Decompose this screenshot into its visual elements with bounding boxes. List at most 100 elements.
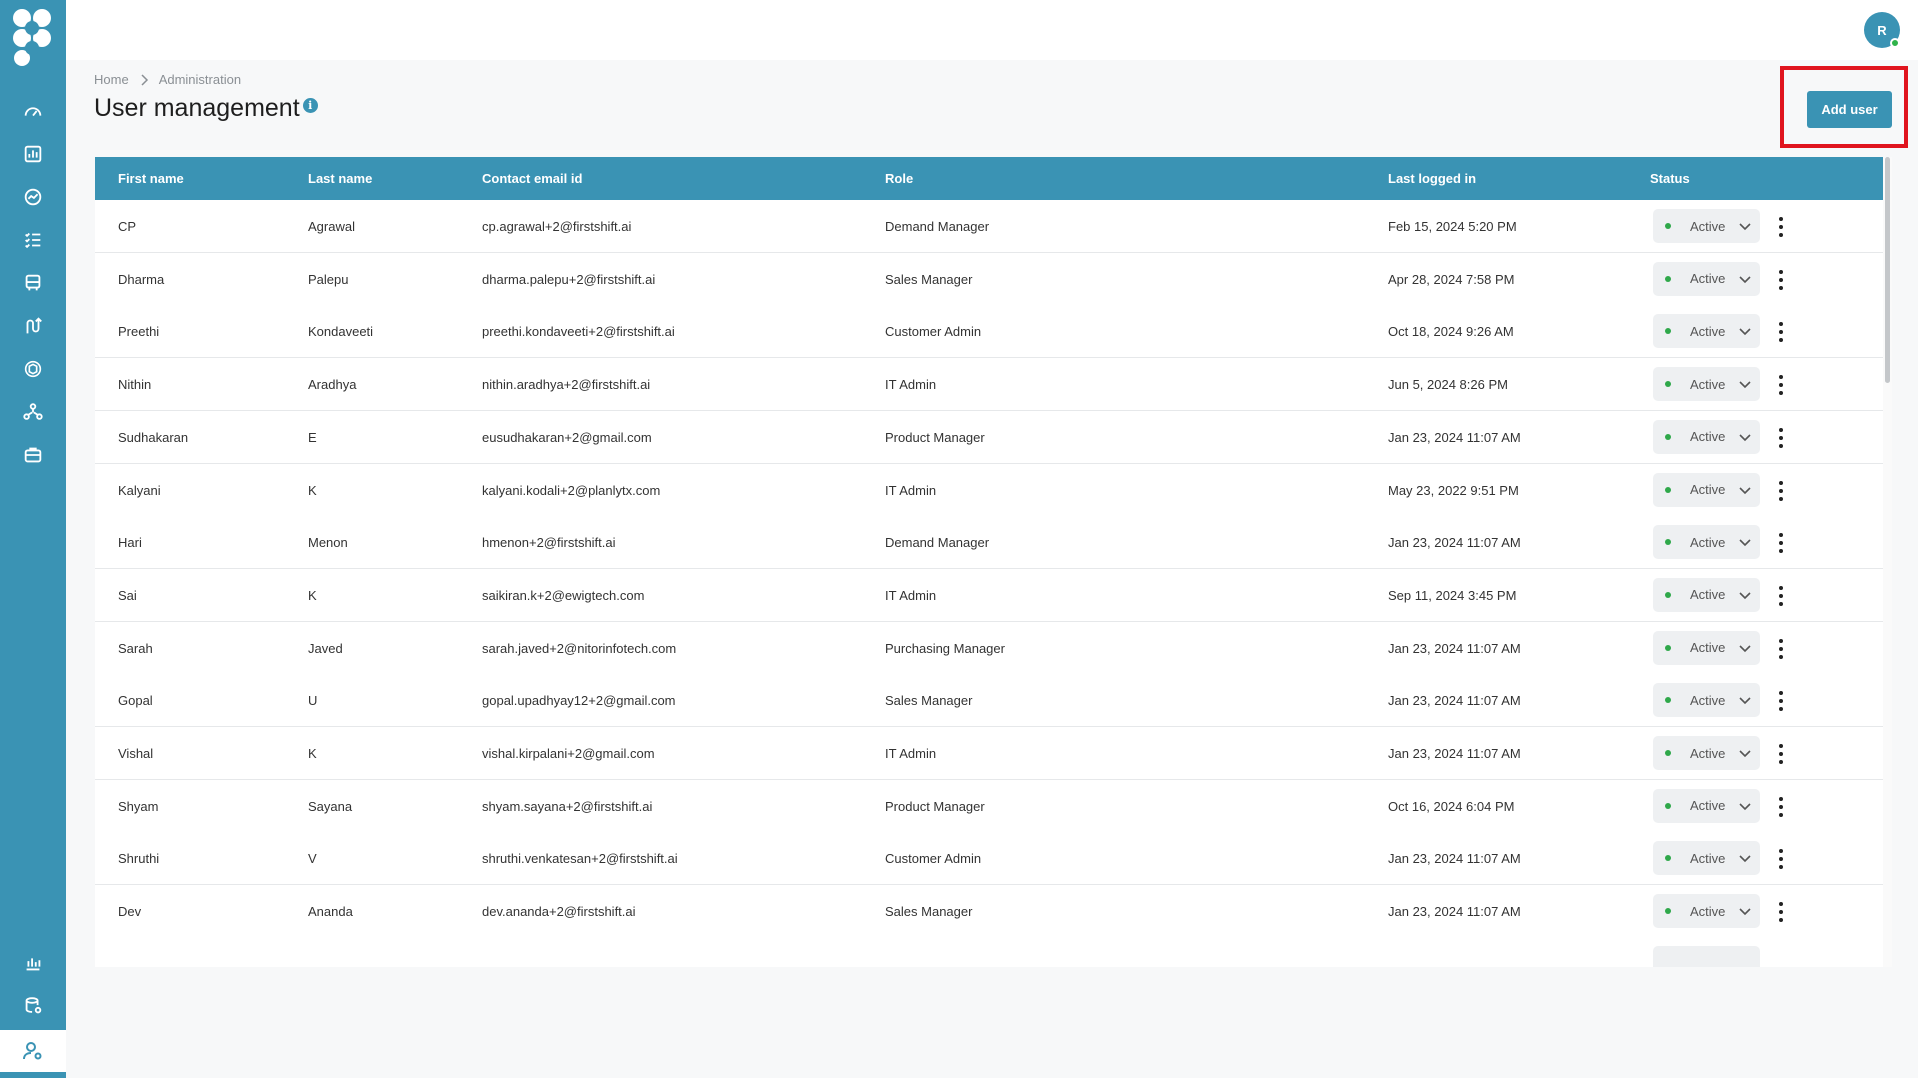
first-name-cell: Gopal bbox=[118, 693, 153, 709]
info-icon[interactable]: i bbox=[302, 98, 318, 113]
table-row: Hari Menon hmenon+2@firstshift.ai Demand Ma… bbox=[95, 516, 1883, 570]
database-settings-icon[interactable] bbox=[18, 991, 48, 1021]
status-dropdown[interactable]: Active bbox=[1653, 894, 1760, 929]
status-dropdown[interactable]: Active bbox=[1653, 209, 1760, 243]
more-options-icon[interactable] bbox=[1775, 269, 1787, 290]
status-label: Active bbox=[1690, 692, 1726, 708]
page-title-text: User management bbox=[94, 94, 300, 122]
status-dropdown[interactable]: Active bbox=[1653, 683, 1760, 718]
status-dropdown[interactable]: Active bbox=[1653, 261, 1760, 296]
more-options-icon[interactable] bbox=[1775, 902, 1787, 923]
more-options-icon[interactable] bbox=[1775, 375, 1787, 396]
column-header-email[interactable]: Contact email id bbox=[482, 171, 582, 186]
status-dot-icon bbox=[1665, 802, 1671, 809]
email-cell: hmenon+2@firstshift.ai bbox=[482, 535, 616, 551]
status-dropdown[interactable]: Active bbox=[1653, 788, 1760, 823]
last-logged-in-cell: Sep 11, 2024 3:45 PM bbox=[1388, 587, 1517, 603]
analytics-icon[interactable] bbox=[18, 182, 48, 212]
breadcrumb-administration: Administration bbox=[158, 72, 242, 87]
status-dropdown[interactable]: Active bbox=[1653, 577, 1760, 612]
column-header-role[interactable]: Role bbox=[885, 171, 913, 186]
column-header-last-name[interactable]: Last name bbox=[308, 171, 372, 186]
chart-icon[interactable] bbox=[18, 948, 48, 978]
email-cell: saikiran.k+2@ewigtech.com bbox=[482, 587, 645, 603]
more-options-icon[interactable] bbox=[1775, 217, 1787, 237]
more-options-icon[interactable] bbox=[1775, 796, 1787, 817]
table-scrollbar[interactable] bbox=[1883, 157, 1892, 967]
dashboard-icon[interactable] bbox=[18, 96, 48, 126]
first-name-cell: Sarah bbox=[118, 640, 153, 656]
status-dropdown[interactable]: Active bbox=[1653, 736, 1760, 770]
last-logged-in-cell: Feb 15, 2024 5:20 PM bbox=[1388, 219, 1517, 234]
column-header-last-logged-in[interactable]: Last logged in bbox=[1388, 171, 1476, 186]
status-dropdown[interactable] bbox=[1653, 946, 1760, 967]
status-label: Active bbox=[1690, 798, 1726, 814]
table-row: Kalyani Kkalyani.kodali+2@planlytx.com IT … bbox=[95, 463, 1883, 517]
last-name-cell: Menon bbox=[308, 535, 348, 551]
tasks-icon[interactable] bbox=[18, 225, 48, 255]
status-dropdown[interactable]: Active bbox=[1653, 841, 1760, 876]
reports-icon[interactable] bbox=[18, 139, 48, 169]
last-logged-in-cell: Jan 23, 2024 11:07 AM bbox=[1388, 535, 1521, 551]
role-cell: Customer Admin bbox=[885, 851, 982, 867]
last-name-cell: Aradhya bbox=[308, 377, 357, 393]
chevron-right-icon bbox=[141, 73, 148, 86]
status-dropdown[interactable]: Active bbox=[1653, 472, 1760, 507]
ai-icon[interactable] bbox=[18, 354, 48, 384]
chevron-down-icon bbox=[1739, 328, 1751, 336]
status-dot-icon bbox=[1665, 433, 1671, 440]
column-header-first-name[interactable]: First name bbox=[118, 171, 184, 186]
routes-icon[interactable] bbox=[18, 311, 48, 341]
table-row bbox=[95, 937, 1883, 967]
last-name-cell: K bbox=[308, 587, 317, 603]
more-options-icon[interactable] bbox=[1775, 638, 1787, 659]
chevron-down-icon bbox=[1739, 803, 1751, 810]
more-options-icon[interactable] bbox=[1775, 849, 1787, 870]
network-icon[interactable] bbox=[18, 397, 48, 427]
table-row: Dharma Palepu dharma.palepu+2@firstshift.a… bbox=[95, 252, 1883, 306]
top-bar bbox=[66, 0, 1918, 60]
more-options-icon[interactable] bbox=[1775, 744, 1787, 764]
last-name-cell: K bbox=[308, 482, 317, 498]
breadcrumb-home[interactable]: Home bbox=[94, 72, 129, 87]
email-cell: gopal.upadhyay12+2@gmail.com bbox=[482, 693, 676, 709]
status-dropdown[interactable]: Active bbox=[1653, 367, 1760, 402]
first-name-cell: Sai bbox=[118, 587, 137, 603]
status-dropdown[interactable]: Active bbox=[1653, 314, 1760, 349]
more-options-icon[interactable] bbox=[1775, 322, 1787, 343]
column-header-status[interactable]: Status bbox=[1650, 171, 1690, 186]
chevron-down-icon bbox=[1739, 750, 1751, 758]
email-cell: dharma.palepu+2@firstshift.ai bbox=[482, 271, 656, 287]
transport-icon[interactable] bbox=[18, 268, 48, 298]
last-logged-in-cell: Jan 23, 2024 11:07 AM bbox=[1388, 904, 1521, 920]
scrollbar-thumb[interactable] bbox=[1885, 157, 1890, 383]
role-cell: IT Admin bbox=[885, 482, 937, 498]
status-label: Active bbox=[1690, 850, 1726, 866]
more-options-icon[interactable] bbox=[1775, 427, 1787, 448]
sidebar bbox=[0, 0, 66, 1078]
chevron-down-icon bbox=[1739, 276, 1751, 283]
app-logo-icon[interactable] bbox=[10, 6, 56, 70]
last-logged-in-cell: Jan 23, 2024 11:07 AM bbox=[1388, 640, 1521, 656]
chevron-down-icon bbox=[1739, 645, 1751, 652]
more-options-icon[interactable] bbox=[1775, 691, 1787, 712]
role-cell: Sales Manager bbox=[885, 693, 973, 709]
add-user-button[interactable]: Add user bbox=[1807, 91, 1892, 128]
chevron-down-icon bbox=[1739, 486, 1751, 494]
role-cell: Customer Admin bbox=[885, 324, 982, 340]
more-options-icon[interactable] bbox=[1775, 585, 1787, 606]
more-options-icon[interactable] bbox=[1775, 480, 1787, 501]
last-logged-in-cell: Oct 18, 2024 9:26 AM bbox=[1388, 324, 1514, 340]
status-dropdown[interactable]: Active bbox=[1653, 525, 1760, 560]
user-settings-icon[interactable] bbox=[0, 1030, 66, 1072]
role-cell: Demand Manager bbox=[885, 535, 990, 551]
more-options-icon[interactable] bbox=[1775, 533, 1787, 554]
status-label: Active bbox=[1690, 218, 1726, 234]
status-label: Active bbox=[1690, 534, 1726, 550]
status-dropdown[interactable]: Active bbox=[1653, 630, 1760, 665]
status-dropdown[interactable]: Active bbox=[1653, 419, 1760, 454]
user-table: First name Last name Contact email id Ro… bbox=[95, 157, 1892, 967]
briefcase-icon[interactable] bbox=[18, 440, 48, 470]
email-cell: shyam.sayana+2@firstshift.ai bbox=[482, 798, 653, 814]
status-dot-icon bbox=[1665, 539, 1671, 546]
